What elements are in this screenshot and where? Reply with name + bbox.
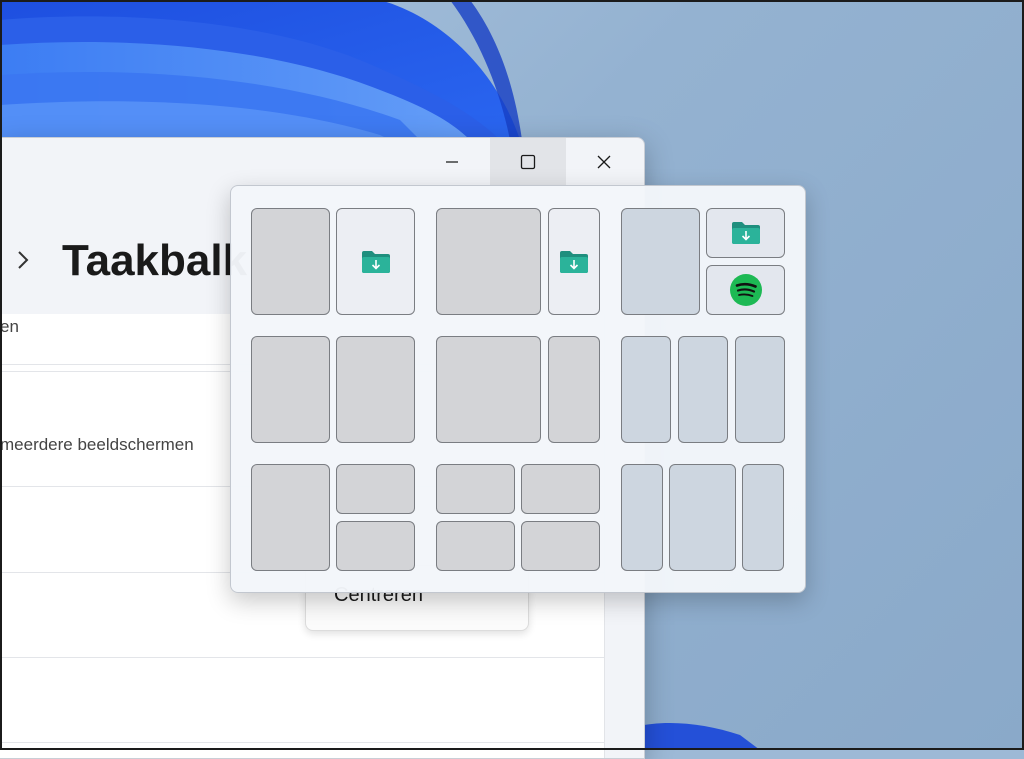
snap-zone-7-bottom-right[interactable] <box>336 521 415 571</box>
close-icon <box>597 155 611 169</box>
snap-zone-3-left[interactable] <box>621 208 700 315</box>
snap-zone-9-right[interactable] <box>742 464 784 571</box>
snap-zone-8-top-left[interactable] <box>436 464 515 514</box>
close-button[interactable] <box>566 138 642 186</box>
divider <box>0 742 604 743</box>
setting-label: en <box>0 317 19 336</box>
snap-zone-1-right[interactable] <box>336 208 415 315</box>
snap-zone-7-top-right[interactable] <box>336 464 415 514</box>
downloads-folder-icon <box>731 222 760 244</box>
chevron-right-icon <box>18 251 29 269</box>
page-title: Taakbalk <box>62 236 248 285</box>
snap-zone-1-left[interactable] <box>251 208 330 315</box>
downloads-folder-icon <box>560 250 588 273</box>
snap-zone-5-right[interactable] <box>548 336 600 443</box>
divider <box>0 657 604 658</box>
snap-zone-4-right[interactable] <box>336 336 415 443</box>
minimize-button[interactable] <box>414 138 490 186</box>
snap-zone-2-right[interactable] <box>548 208 600 315</box>
minimize-icon <box>446 161 458 163</box>
downloads-folder-icon <box>361 250 390 273</box>
snap-zone-4-left[interactable] <box>251 336 330 443</box>
snap-zone-8-bottom-right[interactable] <box>521 521 600 571</box>
snap-zone-9-center[interactable] <box>669 464 736 571</box>
snap-zone-9-left[interactable] <box>621 464 663 571</box>
snap-zone-3-top-right[interactable] <box>706 208 785 258</box>
snap-zone-6-center[interactable] <box>678 336 728 443</box>
maximize-button[interactable] <box>490 138 566 186</box>
snap-zone-5-left[interactable] <box>436 336 541 443</box>
snap-zone-8-top-right[interactable] <box>521 464 600 514</box>
setting-label: meerdere beeldschermen <box>0 435 194 454</box>
snap-zone-6-right[interactable] <box>735 336 785 443</box>
maximize-icon <box>520 154 536 170</box>
snap-zone-7-left[interactable] <box>251 464 330 571</box>
snap-zone-6-left[interactable] <box>621 336 671 443</box>
snap-zone-2-left[interactable] <box>436 208 541 315</box>
snap-layouts-flyout <box>230 185 806 593</box>
snap-zone-3-bottom-right[interactable] <box>706 265 785 315</box>
snap-zone-8-bottom-left[interactable] <box>436 521 515 571</box>
spotify-icon <box>729 274 762 306</box>
